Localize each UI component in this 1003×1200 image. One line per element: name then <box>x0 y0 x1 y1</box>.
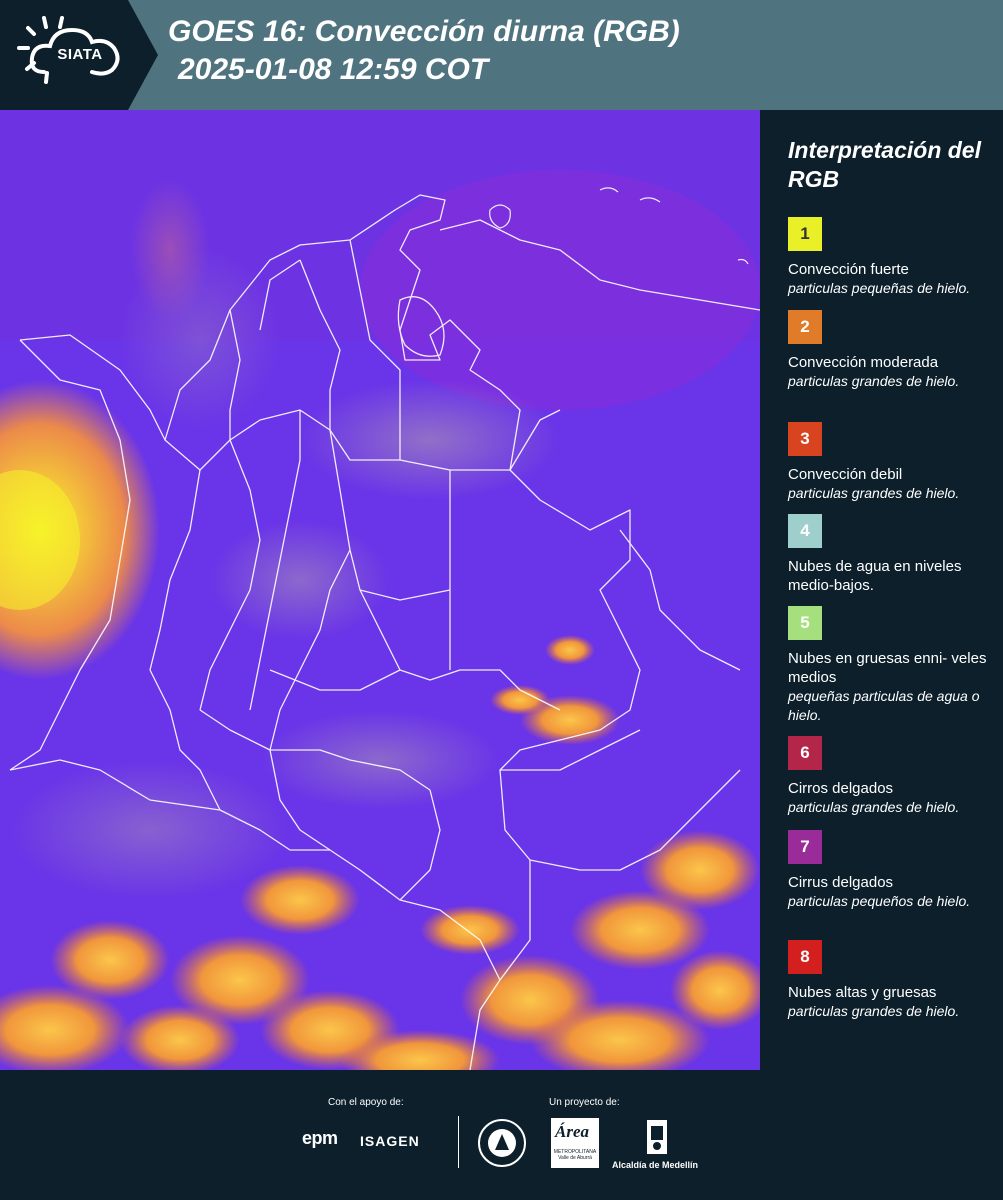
legend-label: Convección moderada <box>788 354 939 371</box>
legend-note: pequeñas particulas de agua o hielo. <box>788 688 980 723</box>
area-metropolitana-logo[interactable]: Área METROPOLITANA Valle de Aburrá <box>551 1118 599 1168</box>
legend-label: Convección fuerte <box>788 261 909 278</box>
support-label: Con el apoyo de: <box>328 1097 404 1108</box>
legend-item-1: 1 Convección fuerte particulas pequeñas … <box>788 217 993 298</box>
epm-logo[interactable]: epm <box>302 1128 338 1149</box>
legend-item-text: Nubes en gruesas enni- veles medios pequ… <box>788 649 993 725</box>
isagen-logo[interactable]: ISAGEN <box>360 1133 420 1149</box>
legend-swatch: 4 <box>788 514 822 548</box>
legend-label: Nubes altas y gruesas <box>788 984 937 1001</box>
page-title: GOES 16: Convección diurna (RGB) <box>168 15 680 48</box>
legend-item-4: 4 Nubes de agua en niveles medio-bajos. <box>788 514 993 595</box>
logo-text: SIATA <box>57 46 103 63</box>
legend-item-text: Nubes de agua en niveles medio-bajos. <box>788 557 993 595</box>
legend-item-8: 8 Nubes altas y gruesas particulas grand… <box>788 940 993 1021</box>
map-canvas <box>0 110 760 1070</box>
legend-item-7: 7 Cirrus delgados particulas pequeños de… <box>788 830 993 911</box>
legend-item-5: 5 Nubes en gruesas enni- veles medios pe… <box>788 606 993 725</box>
siata-logo[interactable]: SIATA <box>0 0 158 110</box>
legend-note: particulas pequeños de hielo. <box>788 893 971 909</box>
legend-panel: Interpretación del RGB 1 Convección fuer… <box>770 110 1003 1070</box>
legend-item-text: Convección fuerte particulas pequeñas de… <box>788 260 993 298</box>
legend-item-2: 2 Convección moderada particulas grandes… <box>788 310 993 391</box>
area-logo-sub: METROPOLITANA Valle de Aburrá <box>553 1149 597 1161</box>
legend-swatch: 3 <box>788 422 822 456</box>
footer-bar: Con el apoyo de: Un proyecto de: epm ISA… <box>0 1070 1003 1200</box>
university-seal-icon[interactable] <box>477 1118 527 1168</box>
legend-swatch: 7 <box>788 830 822 864</box>
medellin-crest-icon[interactable] <box>644 1118 670 1158</box>
legend-note: particulas pequeñas de hielo. <box>788 280 971 296</box>
medellin-logo-text[interactable]: Alcaldía de Medellín <box>612 1160 698 1170</box>
legend-item-text: Convección debil particulas grandes de h… <box>788 465 993 503</box>
legend-item-text: Cirrus delgados particulas pequeños de h… <box>788 873 993 911</box>
legend-item-text: Nubes altas y gruesas particulas grandes… <box>788 983 993 1021</box>
legend-note: particulas grandes de hielo. <box>788 799 960 815</box>
legend-swatch: 8 <box>788 940 822 974</box>
legend-label: Nubes en gruesas enni- veles medios <box>788 650 987 686</box>
legend-note: particulas grandes de hielo. <box>788 373 960 389</box>
legend-swatch: 5 <box>788 606 822 640</box>
legend-swatch: 2 <box>788 310 822 344</box>
page-datetime: 2025-01-08 12:59 COT <box>178 53 489 86</box>
legend-label: Cirrus delgados <box>788 874 894 891</box>
legend-item-text: Cirros delgados particulas grandes de hi… <box>788 779 993 817</box>
legend-label: Convección debil <box>788 466 903 483</box>
legend-note: particulas grandes de hielo. <box>788 1003 960 1019</box>
footer-divider <box>458 1116 459 1168</box>
legend-swatch: 1 <box>788 217 822 251</box>
legend-label: Cirros delgados <box>788 780 894 797</box>
project-label: Un proyecto de: <box>549 1097 620 1108</box>
legend-item-text: Convección moderada particulas grandes d… <box>788 353 993 391</box>
legend-item-6: 6 Cirros delgados particulas grandes de … <box>788 736 993 817</box>
legend-note: particulas grandes de hielo. <box>788 485 960 501</box>
legend-label: Nubes de agua en niveles medio-bajos. <box>788 558 962 594</box>
legend-swatch: 6 <box>788 736 822 770</box>
satellite-map[interactable] <box>0 110 760 1070</box>
area-logo-word: Área <box>555 1122 589 1141</box>
header-bar: SIATA GOES 16: Convección diurna (RGB) 2… <box>0 0 1003 110</box>
legend-item-3: 3 Convección debil particulas grandes de… <box>788 422 993 503</box>
legend-title: Interpretación del RGB <box>788 137 981 192</box>
